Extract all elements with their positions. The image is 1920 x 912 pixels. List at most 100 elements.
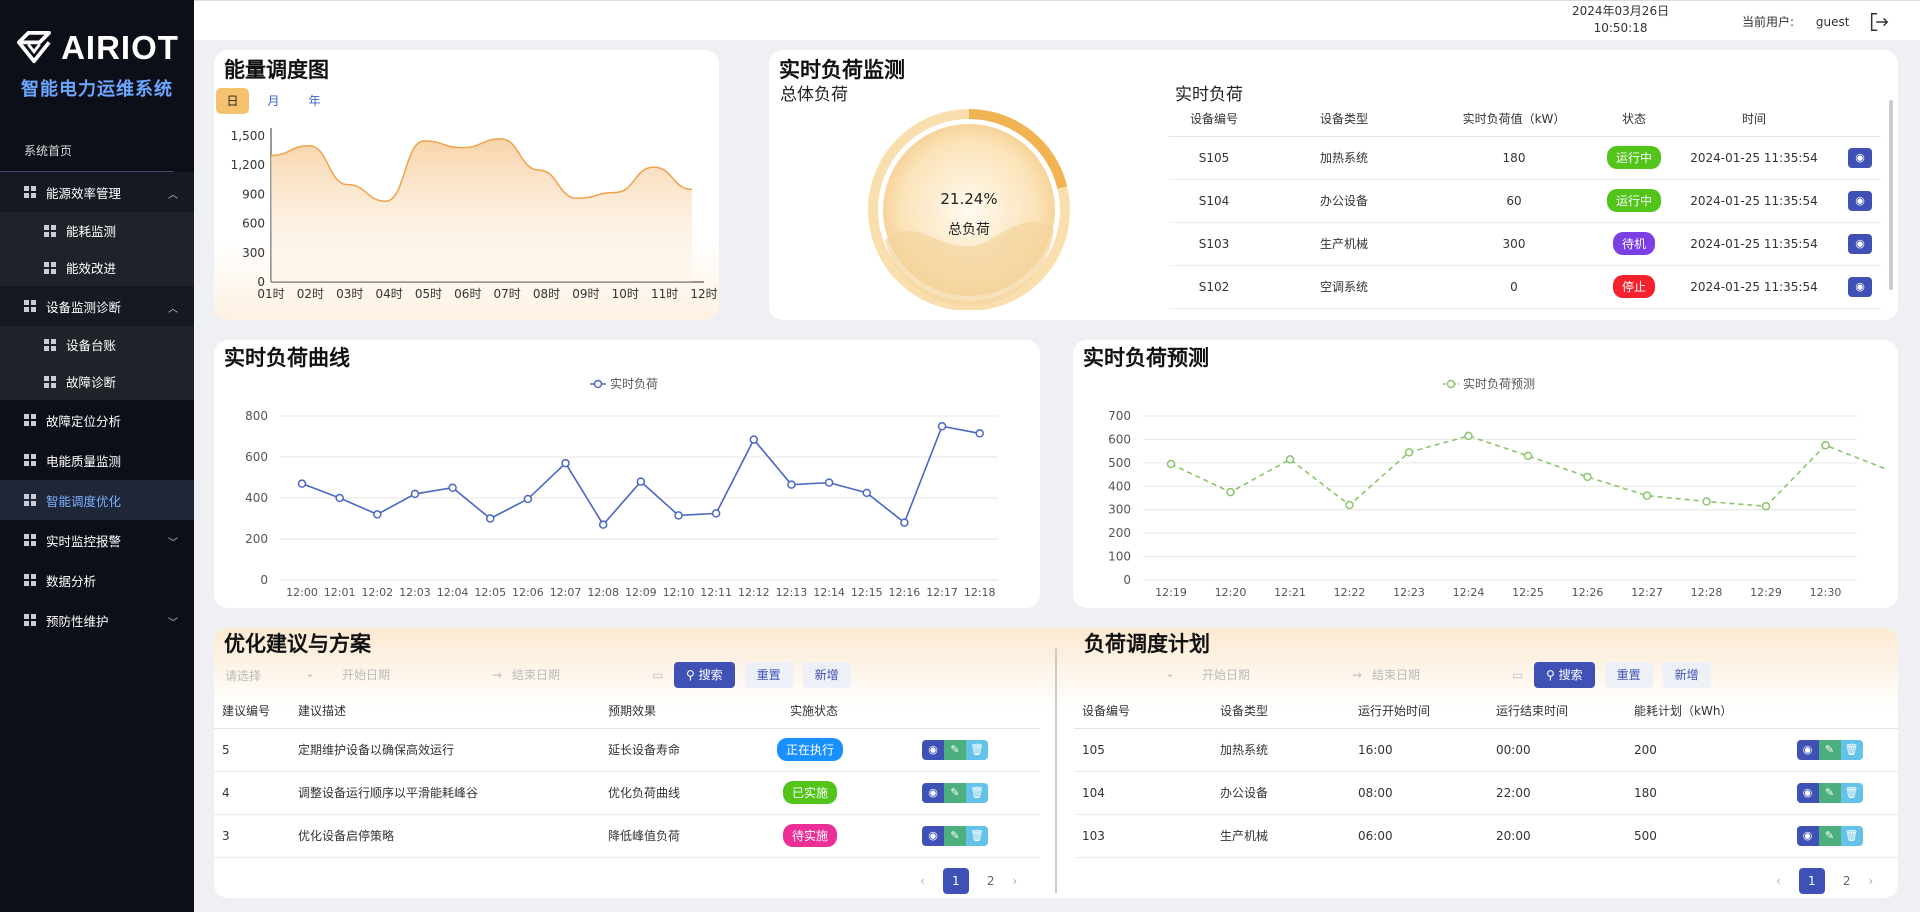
- prev-page-icon[interactable]: ‹: [1776, 874, 1781, 888]
- view-eye-icon[interactable]: ◉: [922, 739, 944, 760]
- x-tick-label: 09时: [572, 287, 599, 301]
- sidebar-item[interactable]: 能耗监测: [0, 212, 194, 249]
- x-tick-label: 12:00: [286, 586, 318, 599]
- realtime-line-chart: 实时负荷 0 200 400 600 800 12:00 12:01 12:02 12:03 12:…: [245, 376, 998, 599]
- suggest-status-select[interactable]: 请选择: [214, 660, 324, 688]
- view-eye-icon[interactable]: ◉: [1796, 825, 1819, 846]
- edit-pencil-icon[interactable]: ✎: [944, 782, 966, 803]
- end-date-input[interactable]: 结束日期: [1372, 662, 1512, 688]
- delete-trash-icon[interactable]: 🗑: [966, 782, 988, 803]
- sidebar-item[interactable]: 预防性维护 ﹀: [0, 600, 194, 640]
- next-page-icon[interactable]: ›: [1012, 874, 1017, 888]
- page-1[interactable]: 1: [1798, 868, 1825, 894]
- row-actions: ◉ ✎ 🗑: [922, 825, 988, 846]
- suggest-reset-button[interactable]: 重置: [744, 662, 793, 688]
- sidebar-item[interactable]: 能效改进: [0, 249, 194, 286]
- delete-trash-icon[interactable]: 🗑: [1840, 782, 1863, 803]
- table-row: S103 生产机械 300 待机 2024-01-25 11:35:54 ◉: [1169, 222, 1881, 266]
- y-tick-label: 700: [1108, 409, 1131, 423]
- edit-pencil-icon[interactable]: ✎: [1818, 739, 1841, 760]
- x-tick-label: 12:25: [1512, 586, 1544, 599]
- delete-trash-icon[interactable]: 🗑: [1840, 739, 1863, 760]
- cell-type: 办公设备: [1212, 771, 1350, 815]
- x-tick-label: 11时: [651, 287, 678, 301]
- gauge-value-text: 21.24%: [940, 190, 997, 208]
- search-label: 搜索: [698, 668, 723, 682]
- sidebar-item-label: 能效改进: [66, 261, 117, 276]
- table-scrollbar[interactable]: [1889, 100, 1893, 290]
- y-tick-label: 200: [1108, 526, 1131, 540]
- y-tick-label: 600: [245, 450, 268, 464]
- edit-pencil-icon[interactable]: ✎: [1818, 782, 1841, 803]
- schedule-add-button[interactable]: 新增: [1662, 662, 1711, 688]
- edit-pencil-icon[interactable]: ✎: [944, 739, 966, 760]
- tab-period[interactable]: 日: [216, 88, 249, 114]
- page-2[interactable]: 2: [1843, 874, 1851, 888]
- sidebar-item[interactable]: 设备监测诊断 ︿: [0, 286, 194, 326]
- view-eye-icon[interactable]: ◉: [922, 825, 944, 846]
- start-date-input[interactable]: 开始日期: [1202, 662, 1352, 688]
- edit-pencil-icon[interactable]: ✎: [1818, 825, 1841, 846]
- tab-period[interactable]: 年: [298, 88, 331, 114]
- view-eye-icon[interactable]: ◉: [922, 782, 944, 803]
- x-tick-label: 12:15: [851, 586, 883, 599]
- range-arrow-icon: →: [1352, 668, 1363, 682]
- delete-trash-icon[interactable]: 🗑: [966, 739, 988, 760]
- prev-page-icon[interactable]: ‹: [920, 874, 925, 888]
- tab-period[interactable]: 月: [257, 88, 290, 114]
- device-type-cell: 办公设备: [1259, 179, 1429, 223]
- data-point: [448, 483, 457, 492]
- x-tick-label: 12:13: [776, 586, 808, 599]
- action-header: [870, 694, 1040, 729]
- start-date-input[interactable]: 开始日期: [342, 662, 492, 688]
- data-point: [1464, 431, 1473, 441]
- time-cell: 2024-01-25 11:35:54: [1669, 179, 1839, 223]
- sidebar-item[interactable]: 故障诊断: [0, 363, 194, 400]
- sidebar-item[interactable]: 电能质量监测: [0, 440, 194, 480]
- sidebar-item[interactable]: 实时监控报警 ﹀: [0, 520, 194, 560]
- sidebar-item[interactable]: 故障定位分析: [0, 400, 194, 440]
- schedule-select[interactable]: [1074, 660, 1184, 688]
- realtime-curve-card: 实时负荷曲线 实时负荷 0 200 400 600 800 12:00 12:01 12:02 1…: [214, 340, 1040, 608]
- page-2[interactable]: 2: [987, 874, 995, 888]
- view-eye-icon[interactable]: ◉: [1848, 276, 1872, 297]
- series-line: [301, 425, 980, 526]
- suggest-date-range[interactable]: 开始日期 → 结束日期 ▭: [324, 662, 664, 688]
- end-date-input[interactable]: 结束日期: [512, 662, 652, 688]
- next-page-icon[interactable]: ›: [1868, 874, 1873, 888]
- view-eye-icon[interactable]: ◉: [1848, 190, 1872, 211]
- sidebar-item[interactable]: 智能调度优化: [0, 480, 194, 520]
- delete-trash-icon[interactable]: 🗑: [1840, 825, 1863, 846]
- view-eye-icon[interactable]: ◉: [1848, 233, 1872, 254]
- edit-pencil-icon[interactable]: ✎: [944, 825, 966, 846]
- x-tick-label: 12:04: [437, 586, 469, 599]
- schedule-date-range[interactable]: 开始日期 → 结束日期 ▭: [1184, 662, 1524, 688]
- delete-trash-icon[interactable]: 🗑: [966, 825, 988, 846]
- suggest-search-button[interactable]: ⚲ 搜索: [674, 662, 735, 688]
- realtime-monitor-card: 实时负荷监测 总体负荷 21.24% 总负荷 实时负荷 设备编号 设备类型 实时负荷…: [769, 50, 1898, 320]
- view-eye-icon[interactable]: ◉: [1796, 739, 1819, 760]
- schedule-search-button[interactable]: ⚲ 搜索: [1534, 662, 1595, 688]
- sidebar-item[interactable]: 系统首页: [0, 130, 174, 172]
- x-tick-label: 12:23: [1393, 586, 1425, 599]
- action-cell: ◉ ✎ 🗑: [870, 771, 1040, 815]
- view-eye-icon[interactable]: ◉: [1848, 147, 1872, 168]
- sidebar-item[interactable]: 设备台账: [0, 326, 194, 363]
- schedule-reset-button[interactable]: 重置: [1604, 662, 1653, 688]
- search-label: 搜索: [1558, 668, 1583, 682]
- page-1[interactable]: 1: [942, 868, 969, 894]
- current-date: 2024年03月26日: [1572, 4, 1670, 18]
- y-tick-label: 800: [245, 409, 268, 423]
- status-cell: 待机: [1599, 222, 1669, 266]
- logout-icon[interactable]: [1868, 11, 1890, 33]
- x-tick-label: 12:07: [550, 586, 582, 599]
- sidebar-item[interactable]: 能源效率管理 ︿: [0, 172, 194, 212]
- suggest-table: 建议编号 建议描述 预期效果 实施状态 5 定期维护设备以确保高效运行 延长设备寿命 正在执…: [214, 694, 1040, 858]
- data-point: [1404, 448, 1414, 457]
- data-point: [900, 518, 909, 527]
- y-tick-label: 200: [245, 532, 268, 546]
- sidebar-item[interactable]: 数据分析: [0, 560, 194, 600]
- view-eye-icon[interactable]: ◉: [1796, 782, 1819, 803]
- suggest-add-button[interactable]: 新增: [802, 662, 851, 688]
- cell-plan: 180: [1626, 771, 1761, 815]
